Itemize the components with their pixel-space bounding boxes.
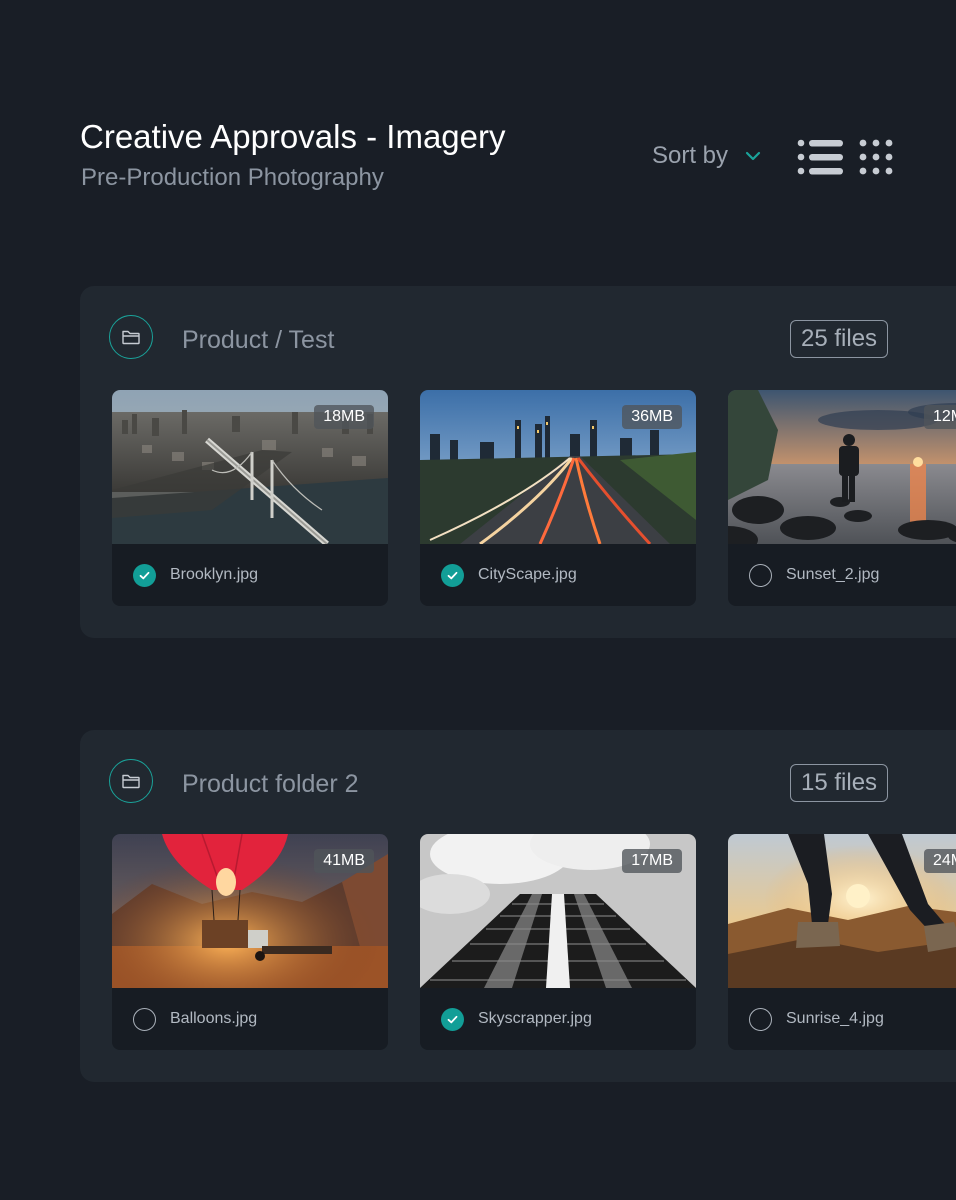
- unchecked-circle-icon[interactable]: [749, 563, 772, 587]
- file-count-badge: 15 files: [790, 764, 889, 802]
- file-size-badge: 36MB: [622, 405, 682, 429]
- file-size-badge: 17MB: [622, 849, 682, 873]
- file-name: Sunset_2.jpg: [786, 566, 880, 583]
- file-card-balloons[interactable]: 41MB Balloons.jpg: [112, 834, 388, 1050]
- file-card-sunrise-4[interactable]: 24MB Sunrise_4.jpg: [728, 834, 956, 1050]
- file-name: CityScape.jpg: [478, 566, 577, 583]
- file-card-cityscape[interactable]: 36MB CityScape.jpg: [420, 390, 696, 606]
- file-size-badge: 18MB: [314, 405, 374, 429]
- unchecked-circle-icon[interactable]: [749, 1007, 772, 1031]
- file-count-badge: 25 files: [790, 320, 889, 358]
- file-name: Brooklyn.jpg: [170, 566, 259, 583]
- folder-panel-product-test: Product / Test 25 files 18MB Brooklyn.jp…: [80, 286, 956, 638]
- folder-icon: [109, 759, 153, 803]
- file-size-badge: 41MB: [314, 849, 374, 873]
- file-size-badge: 24MB: [924, 849, 956, 873]
- page-subtitle: Pre-Production Photography: [81, 164, 384, 191]
- folder-name[interactable]: Product / Test: [182, 326, 334, 355]
- image-thumbnail: [728, 834, 956, 988]
- file-card-skyscrapper[interactable]: 17MB Skyscrapper.jpg: [420, 834, 696, 1050]
- page: Creative Approvals - Imagery Pre-Product…: [0, 0, 956, 1200]
- file-name: Sunrise_4.jpg: [786, 1010, 884, 1027]
- list-view-icon[interactable]: [797, 138, 843, 176]
- checked-icon[interactable]: [441, 1007, 464, 1031]
- checked-icon[interactable]: [133, 563, 156, 587]
- file-card-brooklyn[interactable]: 18MB Brooklyn.jpg: [112, 390, 388, 606]
- sort-dropdown[interactable]: Sort by: [652, 142, 764, 170]
- file-size-badge: 12MB: [924, 405, 956, 429]
- folder-icon: [109, 315, 153, 359]
- folder-name[interactable]: Product folder 2: [182, 770, 359, 799]
- folder-panel-product-folder-2: Product folder 2 15 files 41MB Balloons.…: [80, 730, 956, 1082]
- file-card-sunset-2[interactable]: 12MB Sunset_2.jpg: [728, 390, 956, 606]
- unchecked-circle-icon[interactable]: [133, 1007, 156, 1031]
- image-thumbnail: [728, 390, 956, 544]
- checked-icon[interactable]: [441, 563, 464, 587]
- chevron-down-icon: [745, 151, 761, 161]
- page-title: Creative Approvals - Imagery: [80, 118, 506, 155]
- grid-view-icon[interactable]: [858, 138, 894, 176]
- file-name: Skyscrapper.jpg: [478, 1010, 592, 1027]
- file-name: Balloons.jpg: [170, 1010, 258, 1027]
- sort-label: Sort by: [652, 142, 729, 169]
